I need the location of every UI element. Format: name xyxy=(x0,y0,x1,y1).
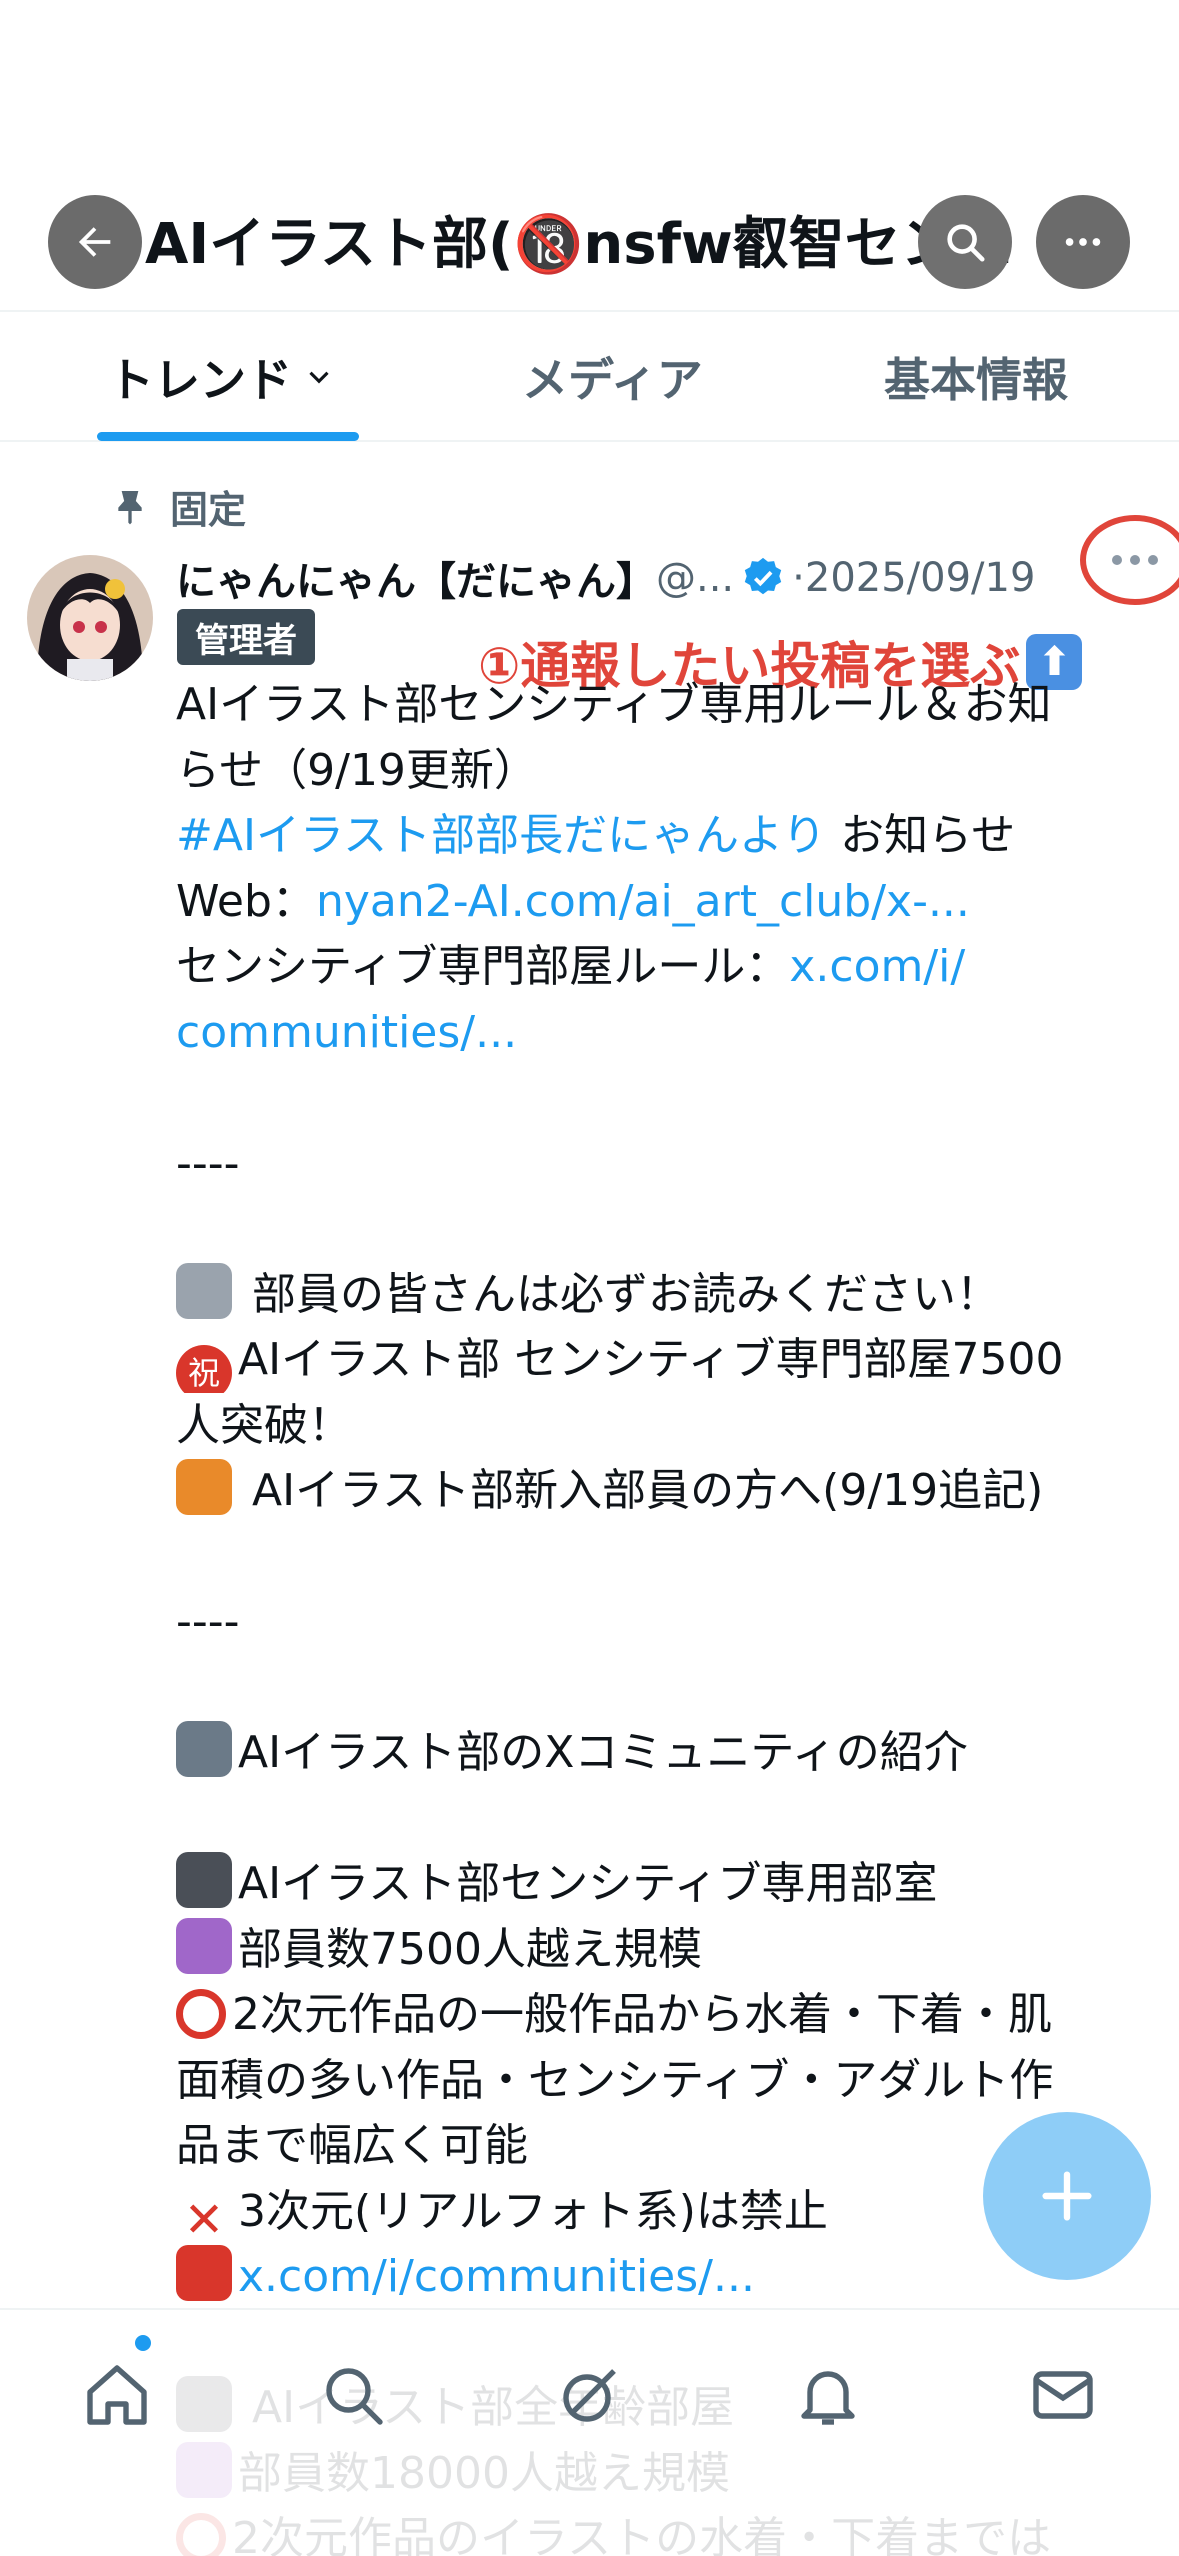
tv-icon xyxy=(176,1852,232,1908)
tab-trend-label: トレンド xyxy=(108,353,292,407)
post-link[interactable]: communities/... xyxy=(176,1007,517,1058)
post-text: 部員の皆さんは必ずお読みください！ xyxy=(238,1268,1000,1320)
post-line xyxy=(176,1655,1136,1721)
post-line: らせ（9/19更新） xyxy=(176,738,1136,804)
post-line: 祝 AIイラスト部 センシティブ専門部屋7500 xyxy=(176,1327,1136,1393)
nav-search[interactable] xyxy=(308,2350,398,2440)
compose-button[interactable] xyxy=(983,2112,1151,2280)
pin-icon xyxy=(118,491,142,525)
post-line: 面積の多い作品・センシティブ・アダルト作 xyxy=(176,2048,1136,2114)
post-line: AIイラスト部センシティブ専用ルール＆お知 xyxy=(176,672,1136,738)
circle-icon xyxy=(176,1989,226,2039)
heart-decoration-icon xyxy=(176,1917,232,1974)
pinned-indicator: 固定 xyxy=(110,478,246,534)
post-text: 品まで幅広く可能 xyxy=(176,2120,528,2171)
nav-messages[interactable] xyxy=(1018,2350,1108,2440)
post-text: Web： xyxy=(176,875,316,927)
verified-badge-icon xyxy=(744,557,782,595)
avatar-image xyxy=(27,555,153,681)
more-button[interactable] xyxy=(1036,195,1130,289)
post-text: AIイラスト部 センシティブ専門部屋7500 xyxy=(238,1334,1064,1385)
post-line: 部員数7500人越え規模 xyxy=(176,1917,1136,1983)
post-line: #AIイラスト部部長だにゃんより お知らせ xyxy=(176,803,1136,869)
author-handle[interactable]: @... xyxy=(656,555,734,601)
post-line xyxy=(176,1196,1136,1262)
avatar[interactable] xyxy=(27,555,153,681)
back-button[interactable] xyxy=(48,195,142,289)
post-line: ---- xyxy=(176,1131,1136,1197)
author-name[interactable]: にゃんにゃん【だにゃん】 xyxy=(176,549,656,607)
bottom-nav xyxy=(0,2308,1179,2556)
grok-icon xyxy=(563,2369,616,2422)
post-link[interactable]: #AIイラスト部部長だにゃんより xyxy=(176,810,826,861)
tab-trend[interactable]: トレンド xyxy=(108,312,336,442)
post-text: らせ（9/19更新） xyxy=(176,744,538,796)
tab-bar: トレンド メディア 基本情報 xyxy=(0,310,1179,442)
post-link[interactable]: x.com/i/communities/... xyxy=(238,2251,755,2302)
post-text: お知らせ xyxy=(826,810,1016,861)
more-horizontal-icon xyxy=(1065,238,1101,246)
arrow-left-icon xyxy=(78,227,111,257)
post-link[interactable]: x.com/i/ xyxy=(789,941,965,992)
tab-media[interactable]: メディア xyxy=(522,312,703,442)
post-body: AIイラスト部センシティブ専用ルール＆お知 らせ（9/19更新） #AIイラスト部部… xyxy=(176,672,1136,2556)
post-line: 部員の皆さんは必ずお読みください！ xyxy=(176,1262,1136,1328)
post-text: 人突破！ xyxy=(176,1399,352,1451)
tab-about[interactable]: 基本情報 xyxy=(884,312,1068,442)
post-line: communities/... xyxy=(176,1000,1136,1066)
active-tab-indicator xyxy=(97,432,359,441)
post-text: 3次元(リアルフォト系)は禁止 xyxy=(238,2185,828,2237)
separator-dot: · xyxy=(792,555,805,601)
post-line xyxy=(176,1065,1136,1131)
post-line xyxy=(176,1524,1136,1590)
search-icon xyxy=(326,2368,383,2425)
post-link[interactable]: nyan2-AI.com/ai_art_club/x-... xyxy=(316,876,970,927)
chevron-down-icon xyxy=(309,371,329,384)
nav-notifications[interactable] xyxy=(783,2350,873,2440)
post-line: Web：nyan2-AI.com/ai_art_club/x-... xyxy=(176,869,1136,935)
post-text: 2次元作品の一般作品から水着・下着・肌 xyxy=(232,1989,1052,2040)
post-text: 面積の多い作品・センシティブ・アダルト作 xyxy=(176,2054,1054,2106)
post-text: ---- xyxy=(176,1596,240,1647)
post-text: AIイラスト部新入部員の方へ(9/19追記) xyxy=(238,1465,1044,1516)
post-date[interactable]: 2025/09/19 xyxy=(805,555,1036,601)
nav-grok[interactable] xyxy=(545,2350,635,2440)
post-line: センシティブ専門部屋ルール：x.com/i/ xyxy=(176,934,1136,1000)
post-text: AIイラスト部センシティブ専用部室 xyxy=(238,1858,938,1909)
nav-home[interactable] xyxy=(72,2350,162,2440)
plus-icon xyxy=(1042,2171,1092,2221)
post-line: ---- xyxy=(176,1589,1136,1655)
post-text: AIイラスト部のXコミュニティの紹介 xyxy=(238,1727,968,1778)
cross-mark-icon: ✕ xyxy=(183,2191,225,2245)
post-text: ---- xyxy=(176,1137,240,1189)
post-text: センシティブ専門部屋ルール： xyxy=(176,941,790,992)
post-line: 人突破！ xyxy=(176,1393,1136,1459)
technologist-icon xyxy=(176,1721,232,1777)
pinned-label: 固定 xyxy=(170,487,247,532)
post-line xyxy=(176,1786,1136,1852)
pin-icon xyxy=(176,2245,232,2301)
post-line: AIイラスト部のXコミュニティの紹介 xyxy=(176,1720,1136,1786)
bouquet-icon xyxy=(176,1459,232,1515)
post-text: AIイラスト部センシティブ専用ルール＆お知 xyxy=(176,679,1052,730)
post-line: 2次元作品の一般作品から水着・下着・肌 xyxy=(176,1982,1136,2048)
post-line: AIイラスト部センシティブ専用部室 xyxy=(176,1851,1136,1917)
post-header: にゃんにゃん【だにゃん】 @... · 2025/09/19 xyxy=(176,548,1035,608)
admin-badge: 管理者 xyxy=(177,609,315,665)
post-text: 部員数7500人越え規模 xyxy=(238,1923,702,1975)
more-horizontal-icon xyxy=(1112,555,1158,565)
post-line: AIイラスト部新入部員の方へ(9/19追記) xyxy=(176,1458,1136,1524)
home-notification-dot xyxy=(135,2335,151,2351)
post-more-button[interactable] xyxy=(1080,515,1179,605)
congratulations-icon: 祝 xyxy=(176,1345,232,1393)
community-title: AIイラスト部(🔞nsfw叡智セン… xyxy=(145,212,1013,277)
megaphone-icon xyxy=(176,1262,232,1319)
post-line: x.com/i/communities/... xyxy=(176,2244,1136,2310)
search-icon xyxy=(947,224,985,262)
mail-icon xyxy=(1033,2371,1093,2419)
search-button[interactable] xyxy=(918,195,1012,289)
bell-icon xyxy=(801,2371,855,2425)
top-bar: AIイラスト部(🔞nsfw叡智セン… xyxy=(0,0,1179,310)
home-icon xyxy=(87,2365,147,2425)
